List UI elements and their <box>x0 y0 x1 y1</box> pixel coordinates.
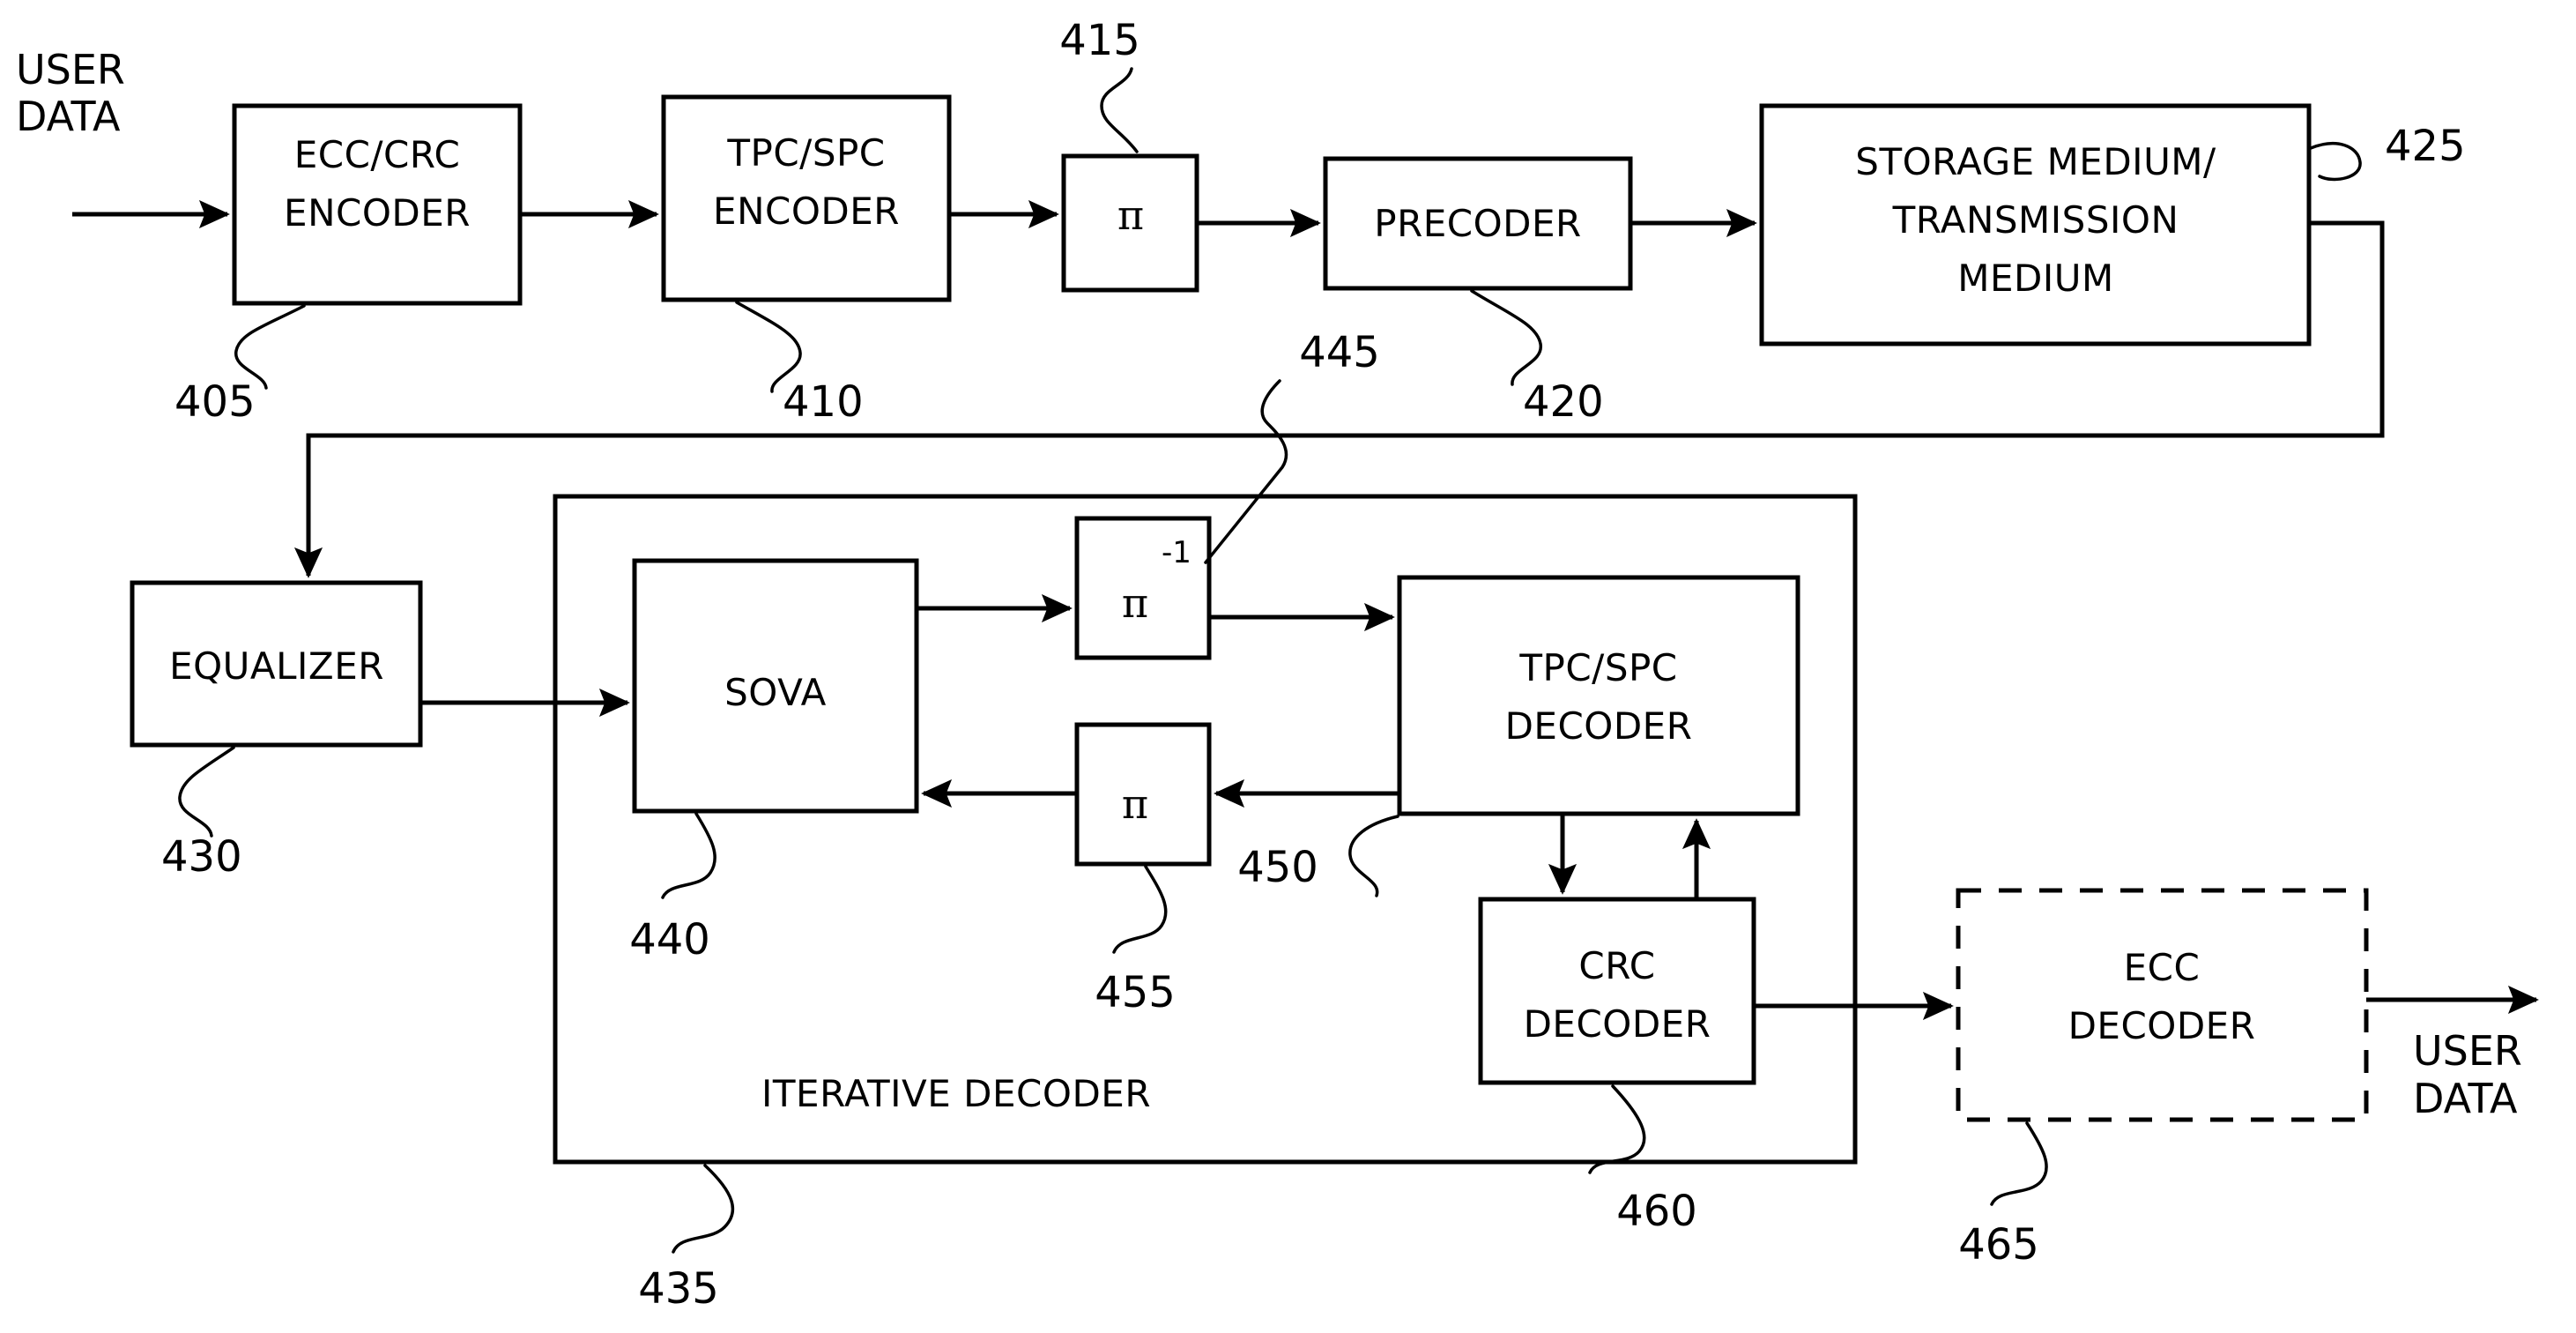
label-crc-decoder-line2: DECODER <box>1524 1002 1711 1046</box>
label-storage-medium-line3: MEDIUM <box>1957 257 2113 300</box>
input-user-data-label-line2: DATA <box>16 93 121 140</box>
label-tpc-spc-decoder-line1: TPC/SPC <box>1518 646 1677 689</box>
label-ecc-crc-encoder-line1: ECC/CRC <box>294 133 461 176</box>
patent-figure: USER DATA ECC/CRC ENCODER 405 TPC/SPC EN… <box>0 0 2576 1333</box>
label-equalizer: EQUALIZER <box>169 644 384 688</box>
label-precoder: PRECODER <box>1374 202 1582 245</box>
refnum-420: 420 <box>1523 377 1604 427</box>
label-interleaver-feedback-pi: π <box>1122 780 1148 828</box>
label-deinterleaver-pi: π <box>1122 579 1148 627</box>
output-user-data-label-line2: DATA <box>2413 1075 2518 1122</box>
refnum-415: 415 <box>1059 16 1140 65</box>
label-storage-medium-line1: STORAGE MEDIUM/ <box>1855 140 2216 183</box>
label-iterative-decoder: ITERATIVE DECODER <box>761 1072 1151 1115</box>
input-user-data-label-line1: USER <box>16 46 125 93</box>
label-deinterleaver-superscript: -1 <box>1162 535 1191 570</box>
refnum-405: 405 <box>174 377 256 427</box>
refnum-460: 460 <box>1616 1187 1697 1236</box>
refnum-465: 465 <box>1958 1220 2039 1270</box>
label-ecc-crc-encoder-line2: ENCODER <box>284 191 471 235</box>
label-sova: SOVA <box>724 671 827 714</box>
refnum-450: 450 <box>1237 843 1318 892</box>
refnum-440: 440 <box>629 915 710 964</box>
refnum-435: 435 <box>638 1264 719 1314</box>
label-interleaver-pi: π <box>1117 191 1144 239</box>
label-tpc-spc-decoder-line2: DECODER <box>1505 704 1693 748</box>
label-crc-decoder-line1: CRC <box>1578 944 1655 987</box>
refnum-430: 430 <box>161 832 242 882</box>
label-tpc-spc-encoder-line2: ENCODER <box>713 190 900 233</box>
refnum-455: 455 <box>1095 968 1176 1017</box>
refnum-410: 410 <box>783 377 864 427</box>
label-tpc-spc-encoder-line1: TPC/SPC <box>726 131 885 175</box>
output-user-data-label-line1: USER <box>2413 1027 2522 1075</box>
label-ecc-decoder-line2: DECODER <box>2068 1004 2256 1047</box>
label-ecc-decoder-line1: ECC <box>2124 946 2201 989</box>
refnum-445: 445 <box>1299 328 1380 377</box>
label-storage-medium-line2: TRANSMISSION <box>1892 198 2179 242</box>
block-diagram-canvas: USER DATA ECC/CRC ENCODER 405 TPC/SPC EN… <box>0 0 2576 1333</box>
refnum-425: 425 <box>2385 122 2466 171</box>
